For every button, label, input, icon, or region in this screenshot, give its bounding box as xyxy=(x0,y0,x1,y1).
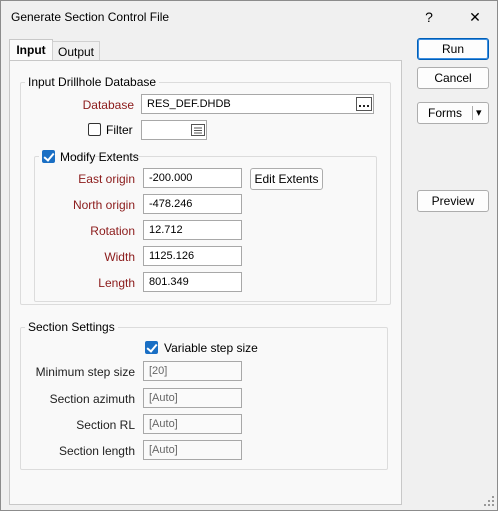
close-icon[interactable]: ✕ xyxy=(455,1,495,33)
title-bar: Generate Section Control File ? ✕ xyxy=(1,1,497,33)
section-rl-input[interactable]: [Auto] xyxy=(143,414,242,434)
tab-output[interactable]: Output xyxy=(52,41,100,62)
width-value: 1125.126 xyxy=(149,250,195,262)
filter-checkbox[interactable] xyxy=(88,123,101,136)
forms-button[interactable]: Forms ▾ xyxy=(417,102,489,124)
min-step-value: [20] xyxy=(149,365,168,377)
length-label: Length xyxy=(98,276,135,290)
variable-step-label: Variable step size xyxy=(164,341,258,355)
database-value: RES_DEF.DHDB xyxy=(147,98,231,110)
north-origin-label: North origin xyxy=(72,198,135,212)
list-picker-icon[interactable] xyxy=(190,123,206,137)
section-length-value: [Auto] xyxy=(149,444,178,456)
section-azimuth-input[interactable]: [Auto] xyxy=(143,388,242,408)
east-origin-input[interactable]: -200.000 xyxy=(143,168,242,188)
variable-step-checkbox[interactable] xyxy=(145,341,158,354)
east-origin-value: -200.000 xyxy=(149,172,193,184)
section-azimuth-label: Section azimuth xyxy=(49,392,135,406)
dialog-window: Generate Section Control File ? ✕ Input … xyxy=(0,0,498,511)
ellipsis-icon[interactable] xyxy=(356,97,372,111)
forms-button-label: Forms xyxy=(428,106,462,120)
section-length-input[interactable]: [Auto] xyxy=(143,440,242,460)
rotation-value: 12.712 xyxy=(149,224,183,236)
edit-extents-button[interactable]: Edit Extents xyxy=(250,168,323,190)
filter-label: Filter xyxy=(106,123,133,137)
width-input[interactable]: 1125.126 xyxy=(143,246,242,266)
section-settings-legend: Section Settings xyxy=(28,320,115,334)
cancel-button[interactable]: Cancel xyxy=(417,67,489,89)
database-label: Database xyxy=(82,98,134,112)
length-input[interactable]: 801.349 xyxy=(143,272,242,292)
section-rl-value: [Auto] xyxy=(149,418,178,430)
section-length-label: Section length xyxy=(58,444,135,458)
east-origin-label: East origin xyxy=(78,172,135,186)
modify-extents-label: Modify Extents xyxy=(60,150,139,164)
section-azimuth-value: [Auto] xyxy=(149,392,178,404)
section-rl-label: Section RL xyxy=(76,418,135,432)
north-origin-input[interactable]: -478.246 xyxy=(143,194,242,214)
modify-extents-checkbox[interactable] xyxy=(42,150,55,163)
length-value: 801.349 xyxy=(149,276,189,288)
input-tab-panel: Input Drillhole Database Database RES_DE… xyxy=(9,60,402,505)
forms-divider xyxy=(472,106,473,120)
run-button[interactable]: Run xyxy=(417,38,489,60)
min-step-label: Minimum step size xyxy=(35,365,135,379)
help-button[interactable]: ? xyxy=(409,1,449,33)
drillhole-database-legend: Input Drillhole Database xyxy=(28,75,157,89)
chevron-down-icon[interactable]: ▾ xyxy=(476,103,482,123)
min-step-input[interactable]: [20] xyxy=(143,361,242,381)
preview-button[interactable]: Preview xyxy=(417,190,489,212)
window-title: Generate Section Control File xyxy=(11,10,170,24)
north-origin-value: -478.246 xyxy=(149,198,193,210)
tab-input[interactable]: Input xyxy=(9,39,53,62)
rotation-input[interactable]: 12.712 xyxy=(143,220,242,240)
rotation-label: Rotation xyxy=(90,224,135,238)
width-label: Width xyxy=(104,250,135,264)
resize-grip-icon[interactable] xyxy=(483,495,495,507)
database-input[interactable]: RES_DEF.DHDB xyxy=(141,94,374,114)
